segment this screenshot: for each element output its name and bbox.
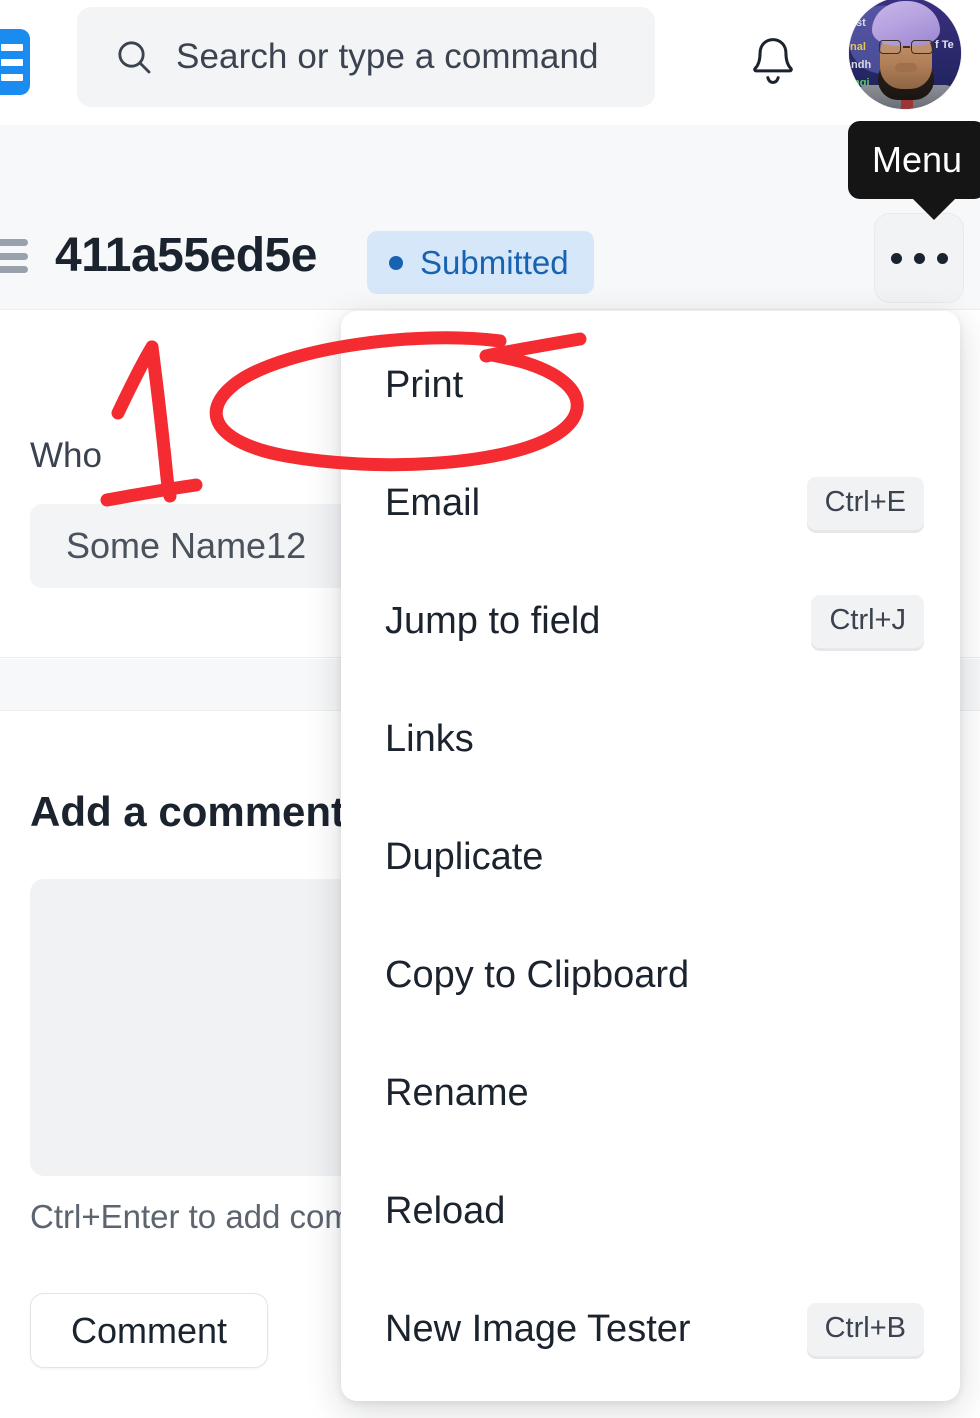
menu-item-shortcut: Ctrl+J (811, 594, 924, 648)
menu-item-rename[interactable]: Rename (341, 1034, 960, 1152)
avatar[interactable]: ıst nal ndh ngi f Te (849, 0, 961, 109)
menu-item-label: Rename (385, 1071, 529, 1114)
hamburger-bar-3 (0, 266, 28, 273)
field-label-who: Who (30, 436, 102, 475)
menu-item-label: Reload (385, 1189, 506, 1232)
ellipsis-dot-3 (936, 252, 948, 264)
menu-item-duplicate[interactable]: Duplicate (341, 798, 960, 916)
search-input-text: Search or type a command (176, 37, 599, 76)
menu-item-label: Links (385, 717, 474, 760)
comment-submit-button[interactable]: Comment (30, 1293, 268, 1368)
top-bar: Search or type a command ıst nal ndh ngi… (0, 0, 980, 125)
avatar-bg-text-1: ıst (853, 17, 866, 29)
menu-trigger-button[interactable] (874, 213, 964, 303)
ellipsis-dot-1 (890, 252, 902, 264)
menu-item-label: Email (385, 481, 481, 524)
menu-item-shortcut: Ctrl+E (806, 476, 924, 530)
avatar-bg-text-2: nal (850, 41, 866, 53)
tooltip-arrow-icon (912, 198, 956, 220)
status-badge-label: Submitted (420, 243, 569, 281)
menu-item-links[interactable]: Links (341, 680, 960, 798)
logo-bar-3 (1, 73, 23, 81)
comment-heading: Add a comment (30, 788, 346, 835)
hamburger-icon[interactable] (0, 239, 28, 273)
menu-item-label: Duplicate (385, 835, 544, 878)
menu-item-label: Print (385, 363, 464, 406)
app-root: Search or type a command ıst nal ndh ngi… (0, 0, 980, 1418)
status-badge[interactable]: Submitted (367, 231, 594, 294)
avatar-bg-text-3: ndh (851, 59, 872, 71)
menu-item-email[interactable]: Email Ctrl+E (341, 444, 960, 562)
ellipsis-dot-2 (913, 252, 925, 264)
bell-icon (747, 34, 799, 90)
notifications-button[interactable] (742, 28, 804, 96)
page-title: 411a55ed5e (55, 229, 317, 282)
field-value-who-text: Some Name12 (66, 525, 307, 566)
context-menu-panel: Print Email Ctrl+E Jump to field Ctrl+J … (341, 311, 960, 1401)
menu-item-reload[interactable]: Reload (341, 1152, 960, 1270)
menu-item-new-image-tester[interactable]: New Image Tester Ctrl+B (341, 1270, 960, 1388)
menu-tooltip: Menu (848, 121, 980, 220)
avatar-mouth (895, 63, 917, 72)
menu-item-label: New Image Tester (385, 1307, 691, 1350)
comment-submit-label: Comment (70, 1309, 228, 1351)
menu-item-jump-to-field[interactable]: Jump to field Ctrl+J (341, 562, 960, 680)
menu-tooltip-label: Menu (872, 139, 963, 180)
menu-item-copy-to-clipboard[interactable]: Copy to Clipboard (341, 916, 960, 1034)
hamburger-bar-1 (0, 239, 28, 246)
app-logo-bars-icon[interactable] (0, 29, 30, 95)
avatar-bg-text-5: f Te (935, 39, 954, 51)
menu-item-label: Jump to field (385, 599, 601, 642)
avatar-glasses (877, 40, 935, 54)
search-icon (114, 37, 154, 77)
menu-item-shortcut: Ctrl+B (806, 1302, 924, 1356)
status-dot-icon (389, 255, 403, 270)
search-input[interactable]: Search or type a command (77, 7, 655, 107)
logo-bar-2 (1, 58, 23, 66)
logo-bar-1 (1, 43, 23, 51)
hamburger-bar-2 (0, 252, 28, 260)
menu-item-print[interactable]: Print (341, 326, 960, 444)
menu-item-label: Copy to Clipboard (385, 953, 690, 996)
